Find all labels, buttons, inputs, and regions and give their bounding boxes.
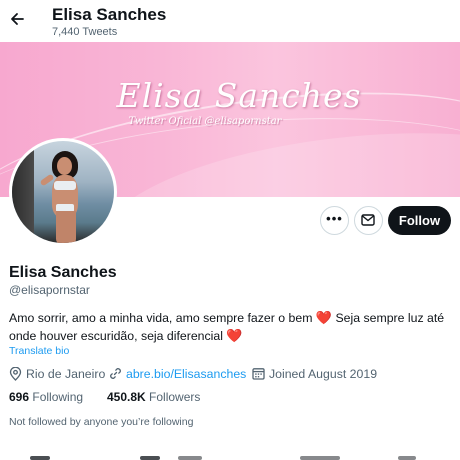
following-link[interactable]: 696 Following	[9, 390, 83, 404]
heart-icon: ❤️	[226, 328, 243, 343]
heart-icon: ❤️	[315, 310, 333, 325]
follow-button[interactable]: Follow	[388, 206, 451, 235]
banner-title: Elisa Sanches	[116, 76, 362, 115]
tab-replies[interactable]	[140, 456, 160, 460]
not-followed-notice: Not followed by anyone you’re following	[9, 416, 194, 428]
envelope-icon	[361, 214, 375, 226]
profile-name: Elisa Sanches	[9, 264, 117, 281]
arrow-left-icon	[11, 13, 24, 25]
more-button[interactable]: •••	[320, 206, 349, 235]
bio-text: Amo sorrir, amo a minha vida, amo sempre…	[9, 311, 316, 325]
calendar-icon	[252, 368, 265, 380]
website-text[interactable]: abre.bio/Elisasanches	[126, 367, 246, 381]
followers-label: Followers	[149, 390, 201, 404]
profile-tabs	[0, 448, 460, 460]
profile-handle: @elisapornstar	[9, 283, 90, 297]
profile-bio: Amo sorrir, amo a minha vida, amo sempre…	[9, 309, 454, 345]
tab-replies-label[interactable]	[178, 456, 202, 460]
link-icon	[110, 368, 121, 379]
joined-text: Joined August 2019	[269, 367, 378, 381]
following-count: 696	[9, 390, 30, 404]
followers-link[interactable]: 450.8K Followers	[107, 390, 200, 404]
location-pin-icon	[9, 367, 22, 381]
tab-likes[interactable]	[398, 456, 416, 460]
tweet-count: 7,440 Tweets	[52, 26, 118, 38]
location-text: Rio de Janeiro	[26, 367, 106, 381]
profile-header: Elisa Sanches 7,440 Tweets	[0, 0, 460, 42]
tab-media[interactable]	[300, 456, 340, 460]
banner-subtitle: Twitter Oficial @elisapornstar	[128, 116, 282, 127]
header-title: Elisa Sanches	[52, 5, 167, 24]
message-button[interactable]	[354, 206, 383, 235]
followers-count: 450.8K	[107, 390, 146, 404]
translate-bio-link[interactable]: Translate bio	[9, 345, 69, 357]
back-button[interactable]	[4, 4, 30, 34]
following-label: Following	[32, 390, 84, 404]
tab-tweets[interactable]	[30, 456, 50, 460]
avatar-photo	[12, 141, 114, 243]
more-horizontal-icon: •••	[326, 211, 343, 226]
avatar[interactable]	[9, 138, 117, 246]
